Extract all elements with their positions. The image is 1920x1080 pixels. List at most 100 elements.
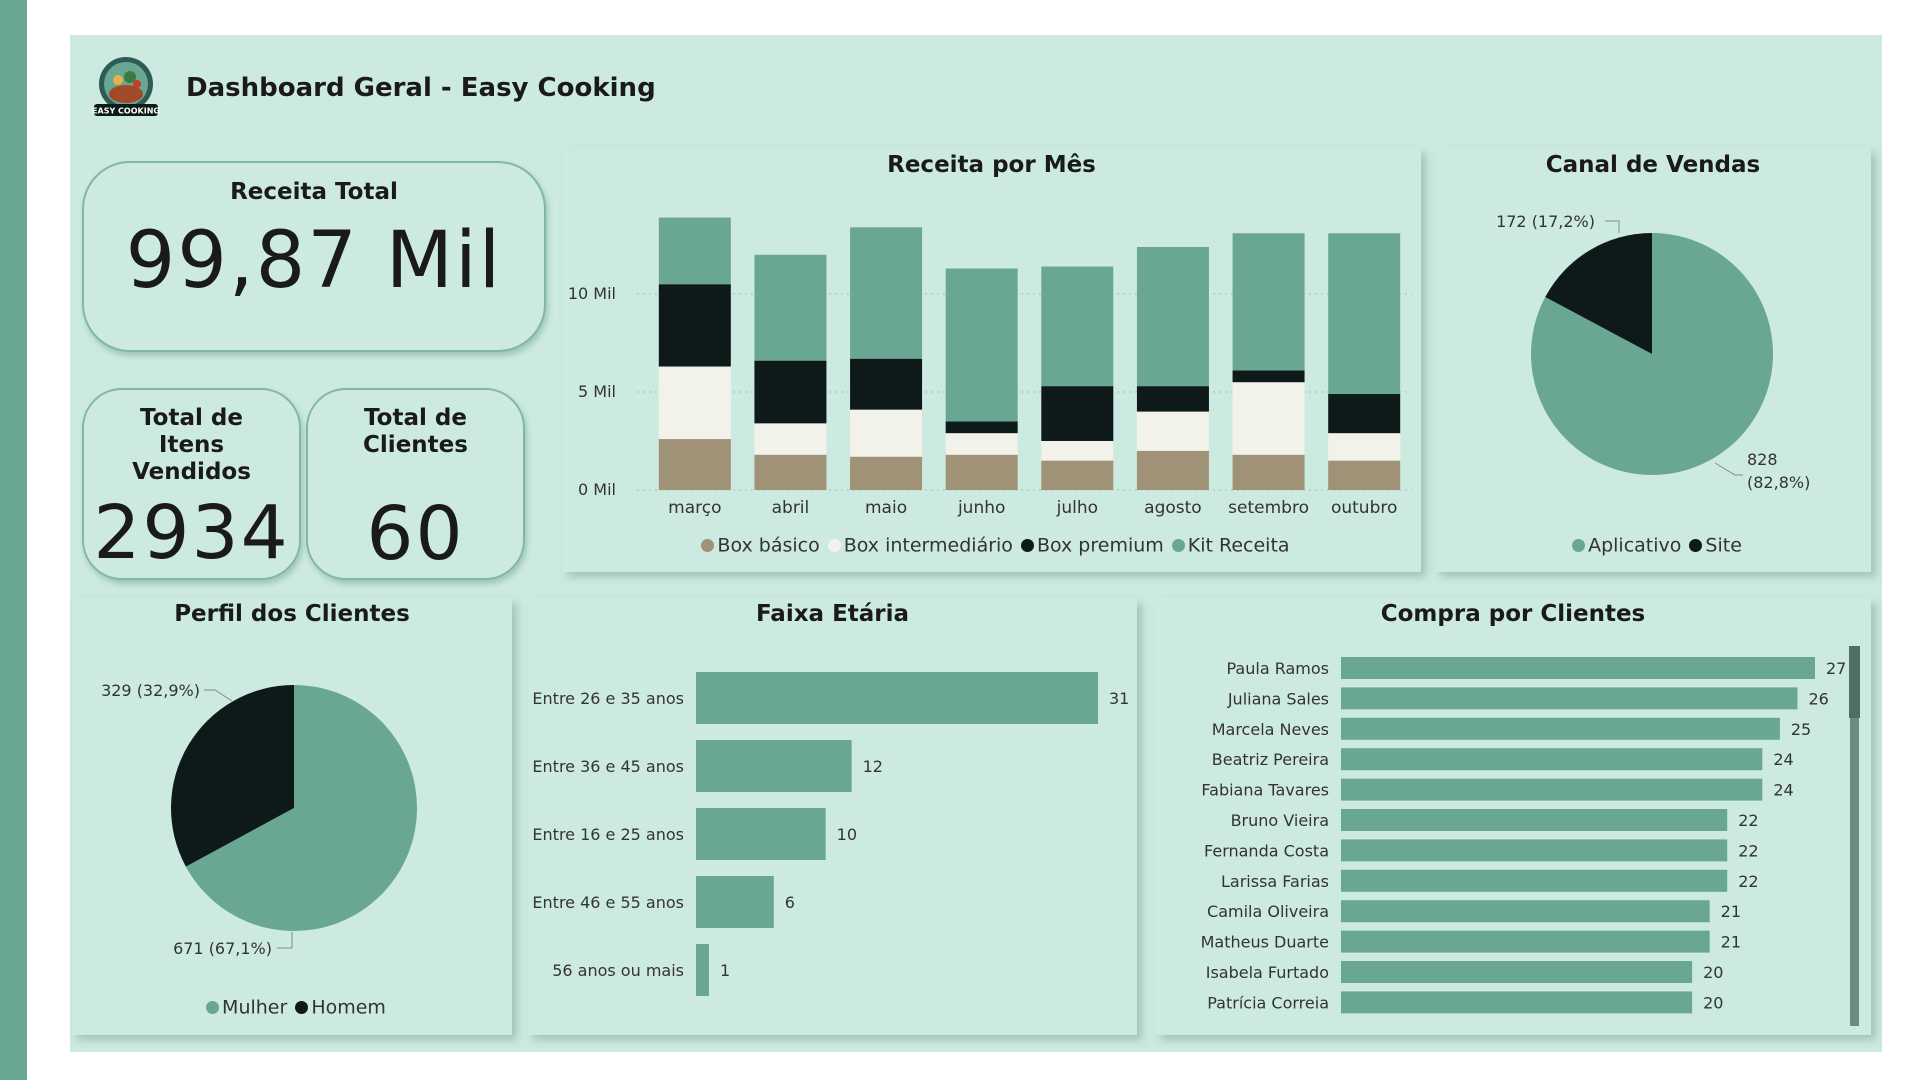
value-label: 12 (863, 757, 883, 776)
hbar (696, 944, 709, 996)
value-label: 20 (1703, 993, 1723, 1012)
bar-segment (1328, 460, 1401, 490)
legend-label-0[interactable]: Mulher (222, 997, 287, 1019)
logo-text: EASY COOKING (92, 106, 160, 115)
dashboard-header: EASY COOKING Dashboard Geral - Easy Cook… (90, 55, 656, 120)
bar-segment (1136, 386, 1209, 412)
value-label: 21 (1721, 933, 1741, 952)
bar-segment (945, 433, 1018, 455)
legend-label-1[interactable]: Homem (311, 997, 386, 1019)
bar-segment (1232, 382, 1305, 455)
kpi-total-itens[interactable]: Total de Itens Vendidos 2934 (82, 388, 301, 580)
bar-segment (754, 423, 827, 455)
category-label: Fabiana Tavares (1201, 781, 1329, 800)
value-label: 31 (1109, 689, 1129, 708)
legend-marker-3 (1171, 539, 1185, 552)
bar-segment (754, 454, 827, 490)
receita-legend: Box básico Box intermediário Box premium Ki… (562, 534, 1421, 557)
panel-perfil-clientes[interactable]: Perfil dos Clientes 671 (67,1%) 329 (32,9… (72, 598, 512, 1035)
leader-line (1714, 462, 1743, 476)
x-tick-label: outubro (1331, 498, 1397, 518)
bar-segment (1041, 460, 1114, 490)
legend-marker-1 (295, 1001, 309, 1014)
kpi-receita-value: 99,87 Mil (125, 216, 503, 306)
hbar (696, 876, 774, 928)
category-label: Fernanda Costa (1204, 841, 1329, 860)
hbar (1341, 778, 1763, 801)
bar-segment (1136, 246, 1209, 387)
value-label: 22 (1738, 872, 1758, 891)
data-label: (82,8%) (1747, 473, 1810, 492)
bar-segment (945, 421, 1018, 434)
bar-segment (1232, 370, 1305, 383)
value-label: 26 (1808, 689, 1828, 708)
hbar (1341, 961, 1693, 983)
dashboard-title: Dashboard Geral - Easy Cooking (186, 72, 656, 103)
legend-label-2[interactable]: Box premium (1037, 535, 1164, 557)
x-tick-label: maio (865, 498, 907, 518)
legend-label-1[interactable]: Site (1705, 535, 1741, 557)
legend-marker-1 (1689, 539, 1703, 552)
legend-label-0[interactable]: Aplicativo (1588, 535, 1681, 557)
value-label: 22 (1738, 811, 1758, 830)
y-tick-label: 5 Mil (578, 382, 616, 401)
data-label: 671 (67,1%) (173, 939, 272, 958)
easy-cooking-logo: EASY COOKING (90, 56, 162, 120)
hbar (696, 672, 1098, 724)
legend-marker-0 (701, 539, 715, 552)
hbar (1341, 809, 1728, 831)
category-label: Juliana Sales (1227, 689, 1329, 708)
left-sidebar-strip (0, 0, 27, 1080)
bar-segment (1232, 454, 1305, 490)
hbar (1341, 657, 1815, 679)
category-label: 56 anos ou mais (552, 961, 684, 980)
category-label: Bruno Vieira (1231, 811, 1329, 830)
category-label: Entre 26 e 35 anos (532, 689, 684, 708)
panel-faixa-etaria[interactable]: Faixa Etária Entre 26 e 35 anos 31 Entre 3… (528, 598, 1137, 1035)
category-label: Matheus Duarte (1201, 933, 1329, 952)
bar-segment (1328, 393, 1401, 434)
value-label: 6 (785, 893, 795, 912)
value-label: 24 (1773, 781, 1793, 800)
value-label: 27 (1826, 659, 1846, 678)
category-label: Marcela Neves (1212, 720, 1329, 739)
bar-segment (850, 456, 923, 490)
hbar (696, 808, 826, 860)
legend-label-3[interactable]: Kit Receita (1188, 535, 1290, 557)
category-label: Paula Ramos (1227, 659, 1330, 678)
bar-segment (1328, 233, 1401, 394)
canal-legend: Aplicativo Site (1435, 534, 1871, 557)
legend-label-0[interactable]: Box básico (717, 535, 819, 557)
bar-segment (658, 366, 731, 440)
category-label: Entre 16 e 25 anos (532, 825, 684, 844)
legend-marker-1 (827, 539, 841, 552)
kpi-receita-total[interactable]: Receita Total 99,87 Mil (82, 161, 546, 352)
hbar (1341, 717, 1780, 740)
compra-chart: Paula Ramos 27 Juliana Sales 26 Marcela Neve… (1201, 657, 1846, 1014)
bar-segment (850, 227, 923, 359)
x-tick-label: julho (1056, 498, 1098, 518)
hbar (1341, 930, 1710, 953)
category-label: Isabela Furtado (1206, 963, 1329, 982)
kpi-clientes-title: Total de Clientes (363, 405, 468, 458)
bar-segment (658, 439, 731, 490)
panel-receita-por-mes[interactable]: Receita por Mês 0 Mil 5 Mil 10 Mil março abr… (562, 148, 1421, 572)
bar-segment (1041, 386, 1114, 441)
leader-line (277, 932, 293, 949)
kpi-total-clientes[interactable]: Total de Clientes 60 (306, 388, 525, 580)
value-label: 1 (720, 961, 730, 980)
panel-compra-clientes[interactable]: Compra por Clientes Paula Ramos 27 Juliana… (1155, 598, 1871, 1035)
panel-canal-de-vendas[interactable]: Canal de Vendas 828 (82,8%) 172 (17,2%) Ap… (1435, 148, 1871, 572)
hbar (1341, 900, 1710, 923)
value-label: 10 (837, 825, 857, 844)
category-label: Camila Oliveira (1207, 902, 1329, 921)
data-label: 329 (32,9%) (101, 681, 200, 700)
leader-line (204, 689, 233, 702)
x-tick-label: agosto (1144, 498, 1202, 518)
x-tick-label: março (668, 498, 721, 518)
compra-scrollbar-thumb[interactable] (1849, 646, 1860, 718)
legend-marker-0 (206, 1001, 220, 1014)
legend-label-1[interactable]: Box intermediário (844, 535, 1013, 557)
hbar (696, 740, 852, 792)
x-tick-label: junho (957, 498, 1005, 518)
